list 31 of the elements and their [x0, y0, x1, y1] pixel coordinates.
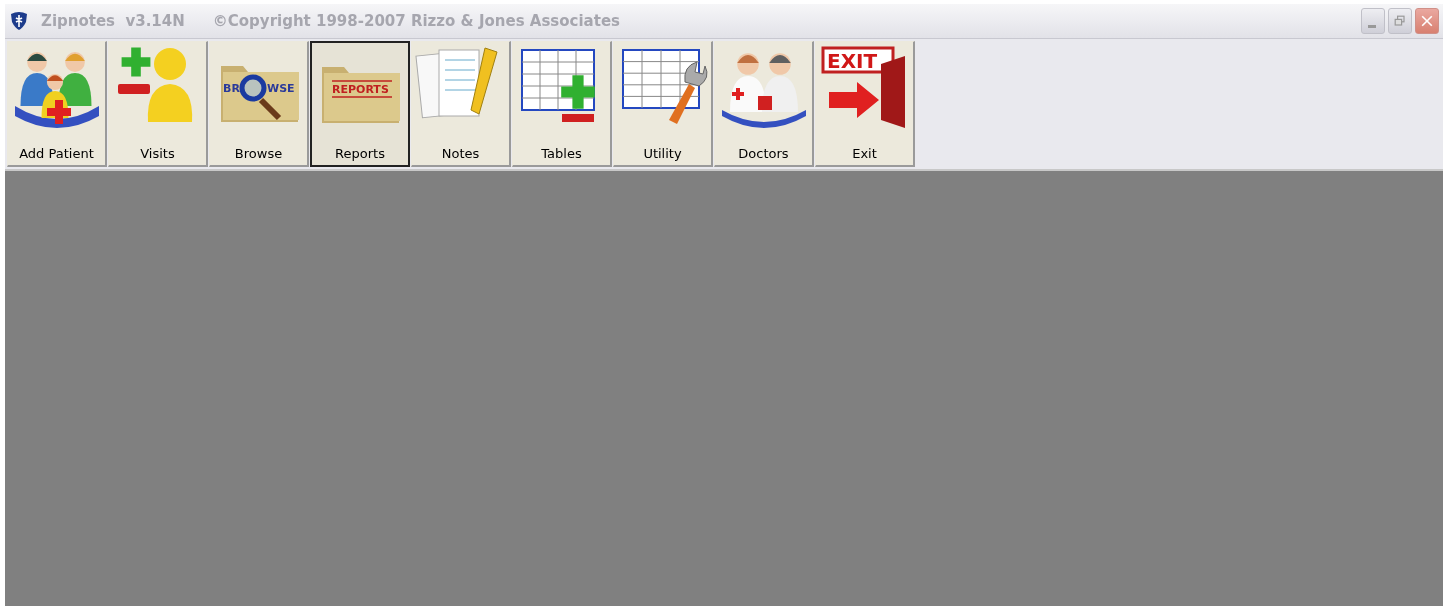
sign-text: EXIT: [826, 49, 877, 73]
minimize-icon: [1367, 24, 1376, 28]
notepad-pencil-icon: [414, 47, 497, 119]
restore-icon: [1392, 13, 1408, 29]
restore-button[interactable]: [1388, 8, 1412, 34]
toolbar-button[interactable]: REPORTS Reports: [310, 41, 410, 167]
toolbar-button[interactable]: Tables: [512, 41, 612, 167]
family-icon: [14, 52, 99, 128]
copyright-text: ©Copyright 1998-2007 Rizzo & Jones Associates: [212, 12, 620, 30]
window-title: Zipnotes v3.14N: [41, 12, 185, 30]
two-figures-icon: [721, 53, 806, 128]
toolbar-button[interactable]: BR WSE Browse: [209, 41, 309, 167]
toolbar-button[interactable]: Add Patient: [7, 41, 107, 167]
toolbar-button[interactable]: Visits: [108, 41, 208, 167]
sign-text: BR: [222, 82, 240, 95]
close-button[interactable]: [1415, 8, 1439, 34]
table-plus-icon: [520, 49, 595, 122]
close-icon: [1419, 13, 1435, 29]
minimize-button[interactable]: [1361, 8, 1385, 34]
toolbar-button[interactable]: EXIT Exit: [815, 41, 915, 167]
shield-icon: [9, 11, 29, 31]
toolbar-button[interactable]: Utility: [613, 41, 713, 167]
sign-text: REPORTS: [332, 83, 389, 96]
table-wrench-icon: [621, 49, 707, 124]
exit-door-icon: [821, 46, 905, 128]
folder-magnifier-icon: [220, 66, 299, 122]
folder-icon: [322, 67, 400, 123]
toolbar-button[interactable]: Doctors: [714, 41, 814, 167]
person-plus-minus-icon: [117, 47, 192, 122]
sign-text: WSE: [266, 82, 295, 95]
toolbar-button[interactable]: Notes: [411, 41, 511, 167]
